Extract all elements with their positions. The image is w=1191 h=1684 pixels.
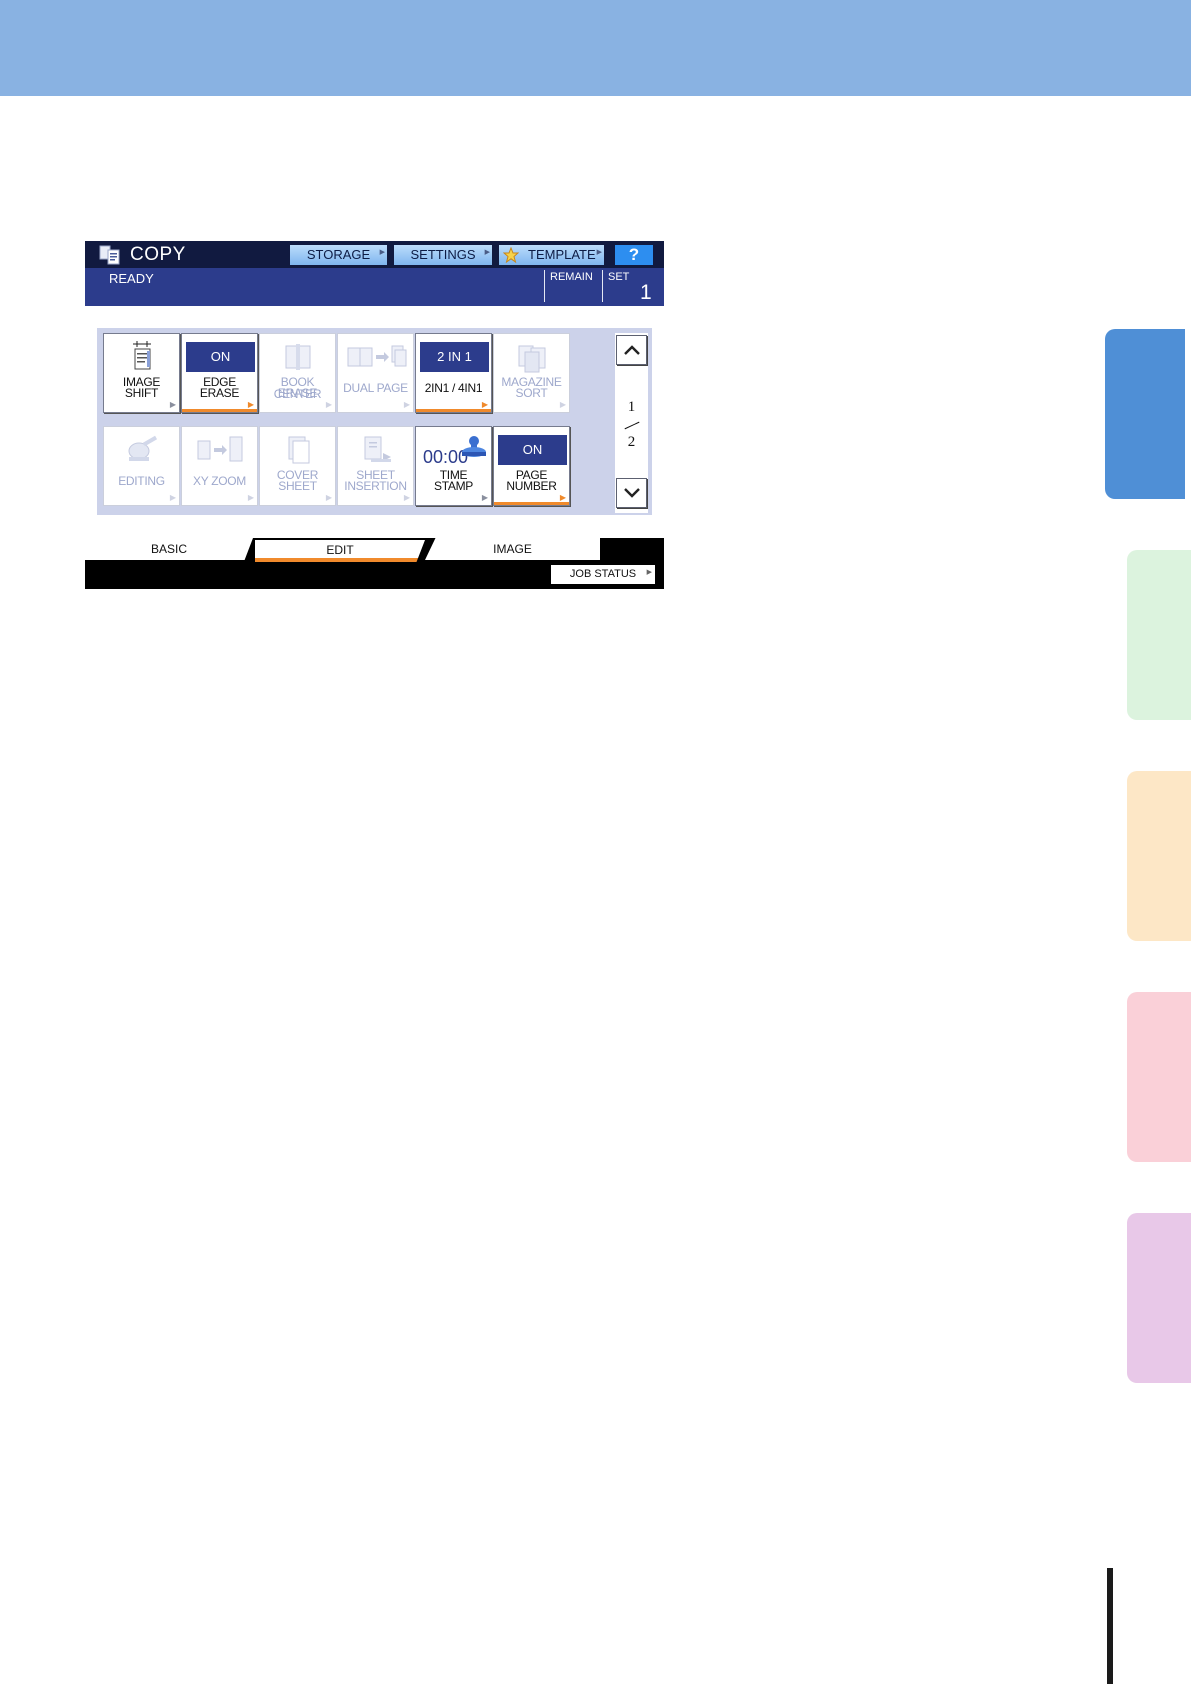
storage-button[interactable]: STORAGE ▶ <box>290 245 387 265</box>
editing-icon <box>128 435 158 461</box>
function-grid: IMAGE SHIFT ▶ ON EDGE ERASE ▶ BOOK CENTE… <box>97 328 652 515</box>
sheet-insertion-label-2: INSERTION <box>344 479 407 493</box>
triangle-right-icon: ▶ <box>325 400 332 409</box>
edge-erase-status-badge: ON <box>186 342 255 372</box>
template-button-label: TEMPLATE <box>528 247 596 262</box>
triangle-right-icon: ▶ <box>325 493 332 502</box>
job-status-button[interactable]: JOB STATUS ▶ <box>551 565 655 584</box>
triangle-right-icon: ▶ <box>481 493 488 502</box>
page-number-status-badge: ON <box>498 435 567 465</box>
book-center-erase-icon <box>285 344 311 370</box>
dual-page-icon <box>347 345 407 367</box>
image-shift-label-2: SHIFT <box>124 386 159 400</box>
time-stamp-button[interactable]: 00:00 TIME STAMP ▶ <box>415 426 492 506</box>
copier-screen: COPY STORAGE ▶ SETTINGS ▶ TEMPLATE ▶ ? R… <box>85 241 664 589</box>
triangle-right-icon: ▶ <box>646 569 652 576</box>
help-button[interactable]: ? <box>615 245 653 265</box>
chapter-tab-4 <box>1127 992 1191 1162</box>
chevron-up-icon <box>624 345 640 355</box>
status-bar: READY REMAIN SET 1 <box>85 268 664 306</box>
page-separator <box>624 421 640 430</box>
tab-bar: BASIC EDIT IMAGE <box>85 538 664 562</box>
total-pages: 2 <box>627 434 636 450</box>
magazine-sort-label-2: SORT <box>515 386 548 400</box>
tab-basic[interactable]: BASIC <box>85 538 253 560</box>
triangle-right-icon: ▶ <box>247 493 254 502</box>
chapter-tab-5 <box>1127 1213 1191 1383</box>
tab-edit[interactable]: EDIT <box>255 540 425 562</box>
template-button[interactable]: TEMPLATE ▶ <box>499 245 604 265</box>
current-page: 1 <box>627 399 636 415</box>
set-label: SET <box>608 271 630 283</box>
edge-erase-label-2: ERASE <box>199 386 240 400</box>
page-scroller: 1 2 <box>615 333 648 513</box>
edit-content: IMAGE SHIFT ▶ ON EDGE ERASE ▶ BOOK CENTE… <box>85 306 664 538</box>
triangle-right-icon: ▶ <box>596 249 602 256</box>
star-icon <box>503 247 519 263</box>
triangle-right-icon: ▶ <box>559 493 566 502</box>
2in1-4in1-label: 2IN1 / 4IN1 <box>424 381 483 395</box>
triangle-right-icon: ▶ <box>247 400 254 409</box>
editing-button[interactable]: EDITING ▶ <box>103 426 180 506</box>
triangle-right-icon: ▶ <box>403 400 410 409</box>
triangle-right-icon: ▶ <box>169 400 176 409</box>
triangle-right-icon: ▶ <box>481 400 488 409</box>
triangle-right-icon: ▶ <box>559 400 566 409</box>
chapter-tab-3 <box>1127 771 1191 941</box>
storage-button-label: STORAGE <box>306 247 371 262</box>
chapter-tab-1 <box>1105 329 1185 499</box>
tab-image[interactable]: IMAGE <box>425 538 600 560</box>
dual-page-button[interactable]: DUAL PAGE ▶ <box>337 333 414 413</box>
app-title: COPY <box>130 244 186 265</box>
settings-button-label: SETTINGS <box>410 247 476 262</box>
settings-button[interactable]: SETTINGS ▶ <box>394 245 492 265</box>
cover-sheet-button[interactable]: COVER SHEET ▶ <box>259 426 336 506</box>
dual-page-label: DUAL PAGE <box>343 381 408 395</box>
book-center-erase-button[interactable]: BOOK CENTER ERASE ▶ <box>259 333 336 413</box>
set-count: 1 <box>640 281 652 304</box>
machine-status: READY <box>109 271 154 286</box>
screen-header: COPY STORAGE ▶ SETTINGS ▶ TEMPLATE ▶ ? <box>85 241 664 268</box>
sheet-insertion-icon <box>364 436 391 462</box>
scroll-up-button[interactable] <box>616 335 647 365</box>
triangle-right-icon: ▶ <box>484 249 490 256</box>
image-shift-icon <box>133 341 151 370</box>
active-underline <box>182 409 257 412</box>
page-number-label-2: NUMBER <box>506 479 557 493</box>
cover-sheet-label-2: SHEET <box>278 479 317 493</box>
2in1-4in1-button[interactable]: 2 IN 1 2IN1 / 4IN1 ▶ <box>415 333 492 413</box>
magazine-sort-button[interactable]: MAGAZINE SORT ▶ <box>493 333 570 413</box>
page-edge-bar <box>1107 1568 1113 1684</box>
job-bar: JOB STATUS ▶ <box>85 562 664 589</box>
magazine-sort-icon <box>518 345 546 373</box>
scroll-down-button[interactable] <box>616 478 647 508</box>
sheet-insertion-button[interactable]: SHEET INSERTION ▶ <box>337 426 414 506</box>
status-divider <box>544 270 545 302</box>
xy-zoom-icon <box>197 436 243 462</box>
time-stamp-label-2: STAMP <box>434 479 473 493</box>
chapter-tab-2 <box>1127 550 1191 720</box>
xy-zoom-button[interactable]: XY ZOOM ▶ <box>181 426 258 506</box>
edge-erase-button[interactable]: ON EDGE ERASE ▶ <box>181 333 258 413</box>
2in1-status-badge: 2 IN 1 <box>420 342 489 372</box>
editing-label: EDITING <box>118 474 165 488</box>
active-underline <box>416 409 491 412</box>
copy-icon <box>99 245 120 265</box>
triangle-right-icon: ▶ <box>403 493 410 502</box>
top-banner <box>0 0 1191 96</box>
status-divider <box>602 270 603 302</box>
active-underline <box>494 502 569 505</box>
triangle-right-icon: ▶ <box>169 493 176 502</box>
chevron-down-icon <box>624 488 640 498</box>
remain-label: REMAIN <box>550 271 593 283</box>
cover-sheet-icon <box>288 436 310 464</box>
xy-zoom-label: XY ZOOM <box>192 474 247 488</box>
triangle-right-icon: ▶ <box>379 249 385 256</box>
page-number-button[interactable]: ON PAGE NUMBER ▶ <box>493 426 570 506</box>
stamp-icon <box>462 436 486 457</box>
job-status-label: JOB STATUS <box>569 568 637 580</box>
book-center-erase-label-2: ERASE <box>277 386 318 400</box>
image-shift-button[interactable]: IMAGE SHIFT ▶ <box>103 333 180 413</box>
